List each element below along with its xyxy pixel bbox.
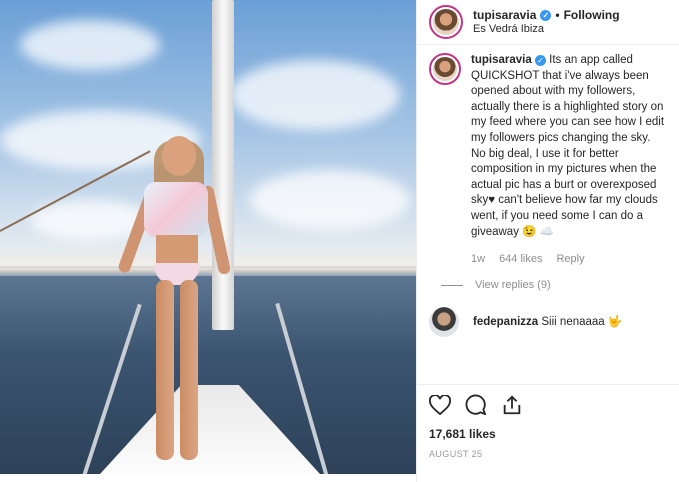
view-replies-label: View replies (9) bbox=[475, 278, 551, 291]
comment-text: Siii nenaaaa 🤟 bbox=[541, 315, 623, 328]
comment-time[interactable]: 1w bbox=[471, 252, 485, 268]
post-photo[interactable] bbox=[0, 0, 416, 474]
separator-dot: • bbox=[555, 8, 560, 22]
username[interactable]: tupisaravia bbox=[473, 8, 536, 22]
reply-button[interactable]: Reply bbox=[556, 252, 584, 268]
post-actions: 17,681 likes AUGUST 25 bbox=[417, 384, 679, 459]
post-header: tupisaravia ✓ • Following Es Vedrá Ibiza bbox=[417, 0, 679, 45]
share-icon[interactable] bbox=[501, 394, 523, 421]
caption-comment: tupisaravia ✓ Its an app called QUICKSHO… bbox=[417, 45, 679, 293]
comment-likes[interactable]: 644 likes bbox=[499, 252, 542, 268]
post-sidebar: tupisaravia ✓ • Following Es Vedrá Ibiza… bbox=[416, 0, 679, 482]
person-figure bbox=[116, 130, 232, 465]
comment-username[interactable]: tupisaravia bbox=[471, 54, 532, 66]
location-link[interactable]: Es Vedrá Ibiza bbox=[473, 22, 620, 36]
likes-count[interactable]: 17,681 likes bbox=[429, 427, 668, 441]
avatar[interactable] bbox=[429, 5, 463, 39]
instagram-post: tupisaravia ✓ • Following Es Vedrá Ibiza… bbox=[0, 0, 679, 482]
cloud-shape bbox=[250, 170, 410, 230]
comment-text: Its an app called QUICKSHOT that i've al… bbox=[471, 54, 665, 238]
following-button[interactable]: Following bbox=[564, 8, 620, 22]
view-replies-button[interactable]: View replies (9) bbox=[441, 278, 668, 294]
page-bottom-edge bbox=[0, 474, 416, 482]
comments-list[interactable]: tupisaravia ✓ Its an app called QUICKSHO… bbox=[417, 45, 679, 380]
heart-icon[interactable] bbox=[429, 393, 451, 420]
verified-badge-icon: ✓ bbox=[540, 9, 552, 21]
post-date: AUGUST 25 bbox=[429, 449, 483, 459]
avatar[interactable] bbox=[429, 307, 459, 338]
comment: fedepanizza Siii nenaaaa 🤟 bbox=[417, 307, 679, 338]
cloud-shape bbox=[230, 60, 400, 130]
comment-icon[interactable] bbox=[465, 394, 487, 421]
replies-line bbox=[441, 285, 463, 287]
verified-badge-icon: ✓ bbox=[534, 55, 546, 66]
comment-username[interactable]: fedepanizza bbox=[473, 316, 538, 328]
cut-off-comment-meta bbox=[473, 343, 679, 351]
avatar[interactable] bbox=[429, 53, 461, 85]
cloud-shape bbox=[20, 20, 160, 70]
